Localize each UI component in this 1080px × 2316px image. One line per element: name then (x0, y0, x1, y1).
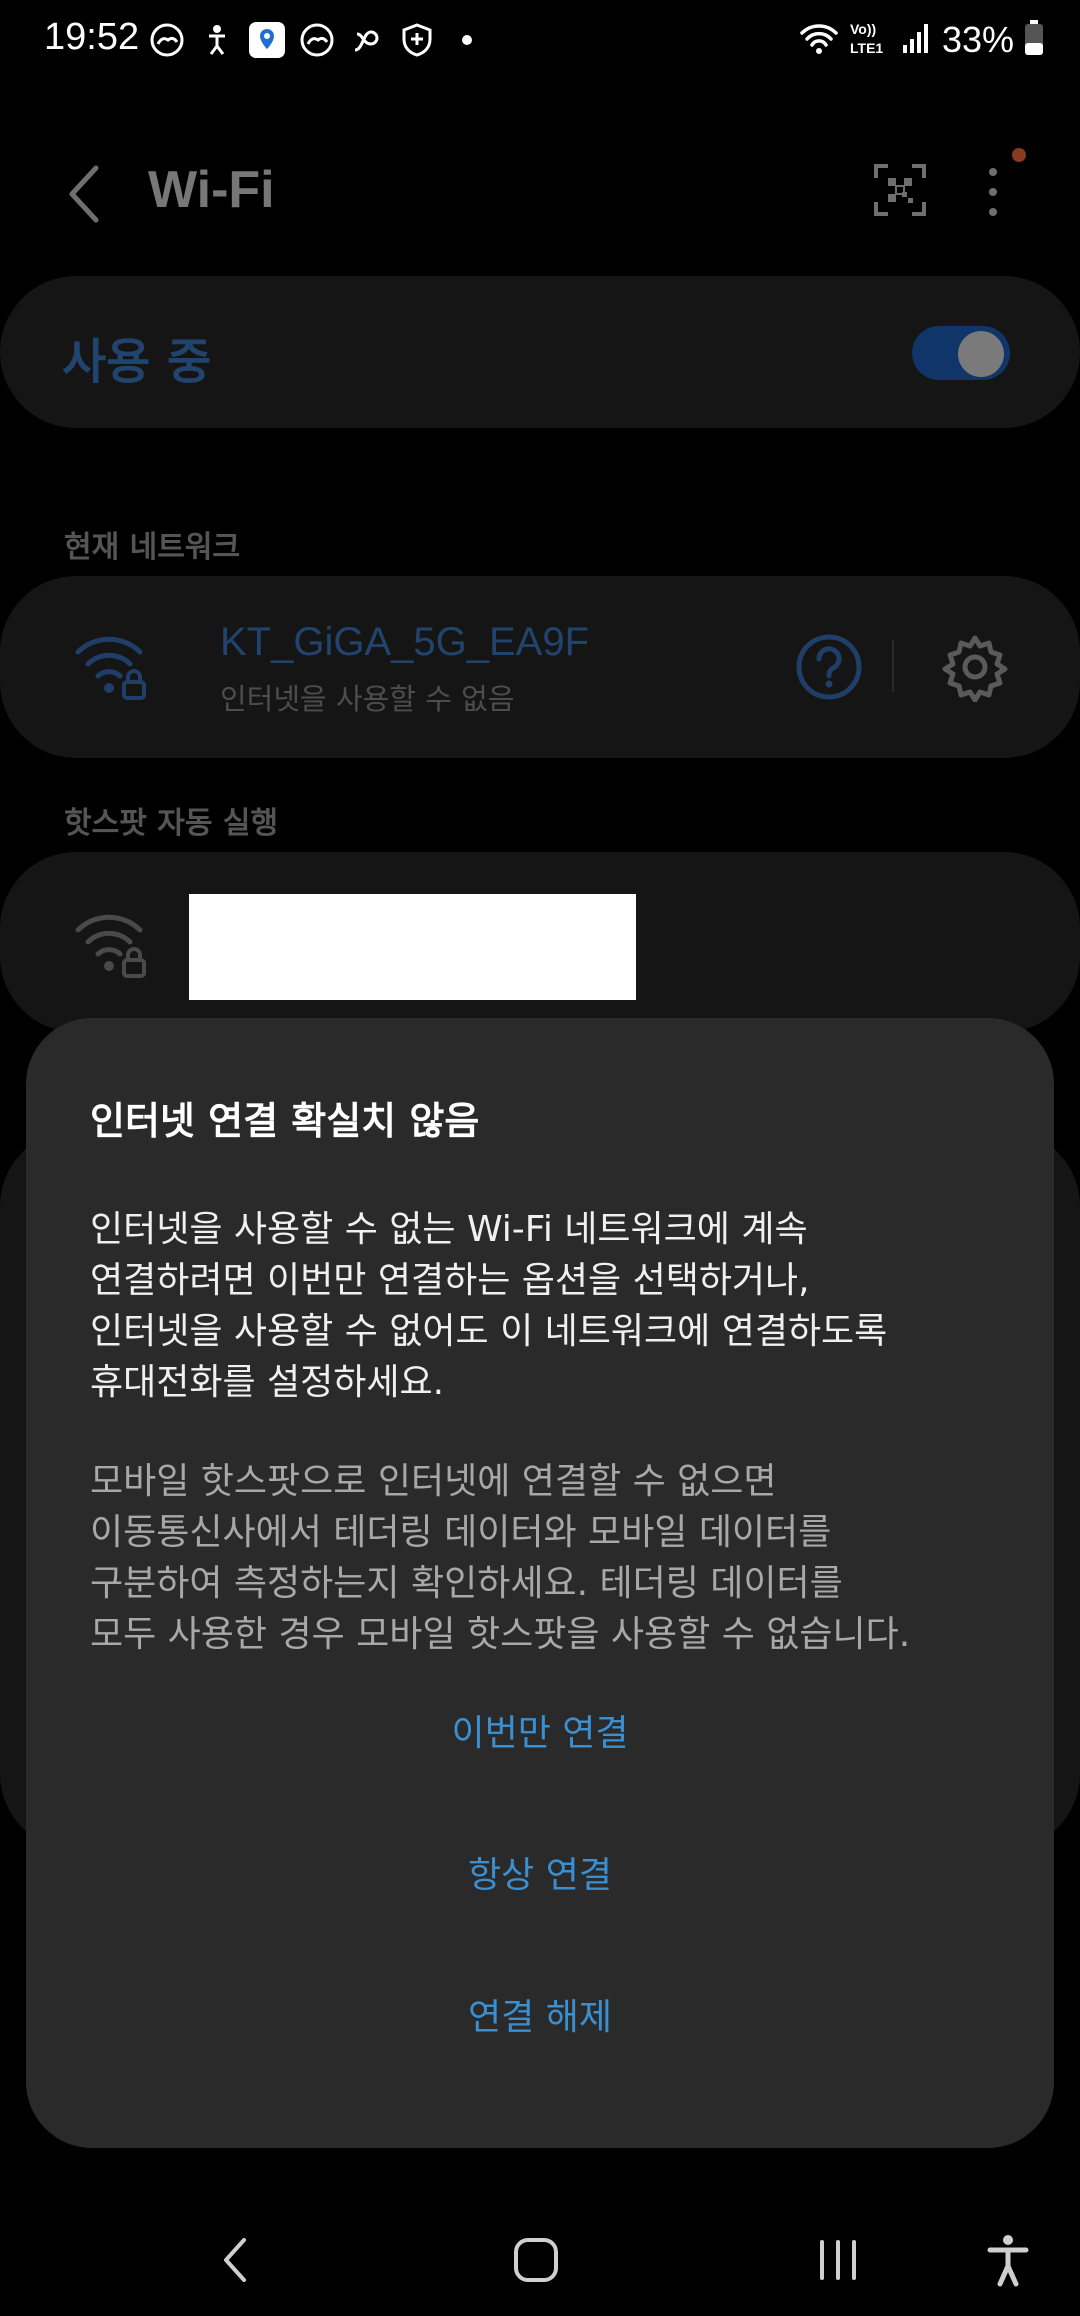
dialog-body: 인터넷을 사용할 수 없는 Wi-Fi 네트워크에 계속 연결하려면 이번만 연… (90, 1204, 1020, 1408)
status-time: 19:52 (44, 16, 140, 58)
shield-plus-icon (398, 21, 436, 59)
internet-connection-dialog: 인터넷 연결 확실치 않음 인터넷을 사용할 수 없는 Wi-Fi 네트워크에 … (26, 1018, 1054, 2148)
status-bar: 19:52 Vo)) LTE1 33% (0, 0, 1080, 80)
dialog-note-line: 구분하여 측정하는지 확인하세요. 테더링 데이터를 (90, 1563, 843, 1604)
current-network-status: 인터넷을 사용할 수 없음 (220, 682, 515, 716)
wifi-toggle-label: 사용 중 (62, 334, 212, 390)
accessibility-person-icon (198, 21, 236, 59)
toggle-knob (958, 331, 1004, 377)
svg-text:Vo)): Vo)) (850, 21, 876, 37)
weather-icon (148, 21, 186, 59)
wifi-lock-icon (74, 910, 154, 980)
more-options-button[interactable] (978, 162, 1008, 222)
gear-icon[interactable] (940, 632, 1010, 703)
dialog-note-line: 모두 사용한 경우 모바일 핫스팟을 사용할 수 없습니다. (90, 1614, 911, 1655)
dialog-note-line: 모바일 핫스팟으로 인터넷에 연결할 수 없으면 (90, 1461, 777, 1502)
dialog-title: 인터넷 연결 확실치 않음 (90, 1099, 480, 1143)
current-network-section-label: 현재 네트워크 (64, 530, 241, 565)
page-title: Wi-Fi (148, 161, 275, 219)
accessibility-icon[interactable] (978, 2230, 1038, 2290)
redacted-network-name (189, 894, 636, 1000)
battery-percent: 33% (941, 19, 1014, 60)
dialog-body-line: 휴대전화를 설정하세요. (90, 1362, 445, 1403)
hotspot-section-label: 핫스팟 자동 실행 (64, 806, 279, 841)
svg-text:LTE1: LTE1 (850, 40, 883, 56)
wifi-lock-icon (74, 632, 154, 702)
nav-back-icon[interactable] (206, 2230, 266, 2290)
dialog-note: 모바일 핫스팟으로 인터넷에 연결할 수 없으면 이동통신사에서 테더링 데이터… (90, 1456, 1020, 1660)
map-pin-app-icon (248, 21, 286, 59)
dialog-body-line: 인터넷을 사용할 수 없어도 이 네트워크에 연결하도록 (90, 1311, 888, 1352)
current-network-card[interactable]: KT_GiGA_5G_EA9F 인터넷을 사용할 수 없음 (0, 576, 1080, 758)
back-button[interactable] (56, 158, 112, 234)
connect-once-button[interactable]: 이번만 연결 (26, 1704, 1054, 1756)
nav-recents-icon[interactable] (808, 2230, 868, 2290)
link-icon (348, 21, 386, 59)
help-icon[interactable] (794, 632, 864, 702)
dot-icon (448, 21, 486, 59)
navigation-bar (0, 2200, 1080, 2316)
weather-icon (298, 21, 336, 59)
notification-icons (148, 18, 486, 62)
system-icons: Vo)) LTE1 33% (800, 18, 1044, 62)
notification-dot (1012, 148, 1026, 162)
signal-icon (902, 21, 932, 59)
wifi-toggle-switch[interactable] (912, 326, 1010, 380)
disconnect-button[interactable]: 연결 해제 (26, 1988, 1054, 2040)
battery-icon (1024, 20, 1044, 60)
nav-home-icon[interactable] (506, 2230, 566, 2290)
vertical-divider (892, 640, 894, 692)
dialog-note-line: 이동통신사에서 테더링 데이터와 모바일 데이터를 (90, 1512, 832, 1553)
always-connect-button[interactable]: 항상 연결 (26, 1846, 1054, 1898)
wifi-icon (800, 21, 838, 59)
qr-code-button[interactable] (872, 162, 928, 218)
dialog-body-line: 인터넷을 사용할 수 없는 Wi-Fi 네트워크에 계속 (90, 1209, 808, 1250)
dialog-body-line: 연결하려면 이번만 연결하는 옵션을 선택하거나, (90, 1260, 810, 1301)
current-network-name: KT_GiGA_5G_EA9F (220, 620, 590, 664)
volte-lte-icon: Vo)) LTE1 (848, 19, 892, 61)
